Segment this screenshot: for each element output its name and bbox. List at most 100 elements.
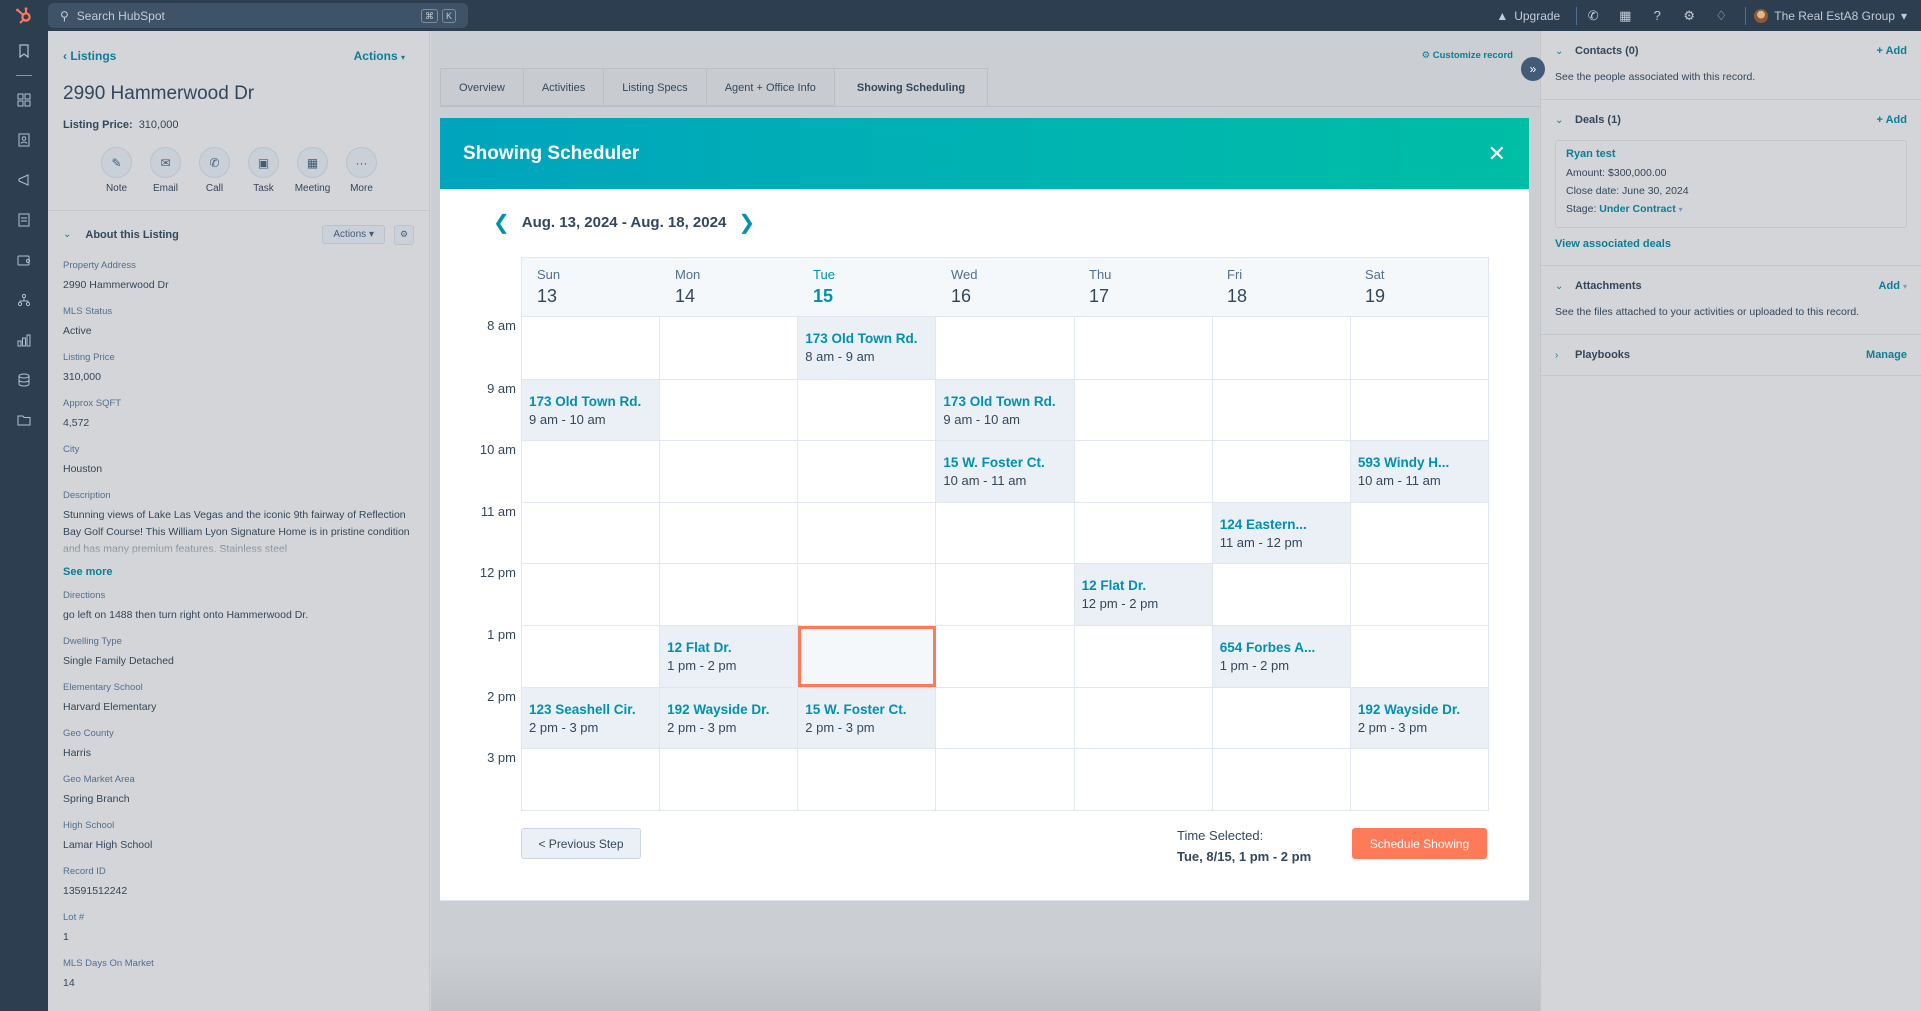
tab-activities[interactable]: Activities [522,68,604,106]
task-action-button[interactable]: ▣ Task [248,147,279,194]
deals-section-header[interactable]: ⌄ Deals (1) + Add [1555,100,1907,140]
booked-showing-slot[interactable]: 12 Flat Dr. 12 pm - 2 pm [1074,564,1213,625]
available-time-slot[interactable] [936,625,1075,687]
available-time-slot[interactable] [1075,441,1213,502]
available-time-slot[interactable] [1213,441,1351,502]
booked-showing-slot[interactable]: 124 Eastern... 11 am - 12 pm [1212,502,1351,564]
tab-overview[interactable]: Overview [440,68,523,106]
breadcrumb-listings-link[interactable]: Listings [70,49,116,63]
property-value[interactable]: 2990 Hammerwood Dr [63,277,414,294]
available-time-slot[interactable] [936,502,1075,564]
account-menu[interactable]: The Real EstA8 Group ▾ [1754,8,1907,23]
bookmark-icon[interactable] [0,31,48,71]
record-actions-dropdown[interactable]: Actions ▾ [354,49,405,63]
data-management-icon[interactable] [0,360,48,400]
booked-showing-slot[interactable]: 654 Forbes A... 1 pm - 2 pm [1212,625,1351,687]
booked-showing-slot[interactable]: 173 Old Town Rd. 9 am - 10 am [936,379,1075,441]
search-input[interactable]: Search HubSpot [77,9,165,23]
booked-showing-slot[interactable]: 593 Windy H... 10 am - 11 am [1350,441,1489,502]
note-action-button[interactable]: ✎ Note [101,147,132,194]
manage-playbooks-link[interactable]: Manage [1866,349,1907,361]
property-value[interactable]: 310,000 [63,369,414,386]
global-search[interactable]: ⚲ Search HubSpot ⌘ K [48,3,468,28]
available-time-slot[interactable] [660,502,799,564]
marketing-megaphone-icon[interactable] [0,160,48,200]
available-time-slot[interactable] [1213,564,1351,625]
meeting-action-button[interactable]: ▦ Meeting [295,147,330,194]
property-value[interactable]: Harris [63,745,414,762]
available-time-slot[interactable] [1075,317,1213,379]
attachments-section-header[interactable]: ⌄ Attachments Add ▾ [1555,266,1907,306]
available-time-slot[interactable] [1351,625,1489,687]
available-time-slot[interactable] [936,564,1075,625]
property-value[interactable]: Single Family Detached [63,653,414,670]
add-contact-button[interactable]: + Add [1877,45,1907,57]
property-value[interactable]: Spring Branch [63,791,414,808]
contacts-section-header[interactable]: ⌄ Contacts (0) + Add [1555,31,1907,71]
property-value[interactable]: Lamar High School [63,837,414,854]
help-icon[interactable]: ? [1641,8,1673,23]
available-time-slot[interactable] [1075,687,1213,749]
settings-gear-icon[interactable]: ⚙ [394,224,414,245]
available-time-slot[interactable] [798,564,937,625]
property-value[interactable]: Active [63,323,414,340]
property-value[interactable]: go left on 1488 then turn right onto Ham… [63,607,414,624]
booked-showing-slot[interactable]: 192 Wayside Dr. 2 pm - 3 pm [1350,687,1489,749]
schedule-showing-button[interactable]: Schedule Showing [1352,828,1487,859]
available-time-slot[interactable] [1351,749,1489,810]
content-icon[interactable] [0,200,48,240]
more-action-button[interactable]: ··· More [346,147,377,194]
marketplace-icon[interactable]: ▦ [1609,8,1641,24]
library-folder-icon[interactable] [0,400,48,440]
available-time-slot[interactable] [1213,687,1351,749]
available-time-slot[interactable] [936,749,1075,810]
available-time-slot[interactable] [1075,502,1213,564]
previous-week-chevron-icon[interactable]: ❮ [493,210,510,235]
property-value[interactable]: 14 [63,975,414,992]
available-time-slot[interactable] [936,317,1075,379]
apps-grid-icon[interactable] [0,80,48,120]
upgrade-button[interactable]: ▲ Upgrade [1496,6,1578,25]
selected-time-slot[interactable] [798,625,937,687]
available-time-slot[interactable] [660,379,799,441]
available-time-slot[interactable] [1075,749,1213,810]
email-action-button[interactable]: ✉ Email [150,147,181,194]
property-value[interactable]: 13591512242 [63,883,414,900]
commerce-wallet-icon[interactable] [0,240,48,280]
available-time-slot[interactable] [660,317,799,379]
available-time-slot[interactable] [936,687,1075,749]
property-value[interactable]: 1 [63,929,414,946]
available-time-slot[interactable] [1075,625,1213,687]
booked-showing-slot[interactable]: 15 W. Foster Ct. 10 am - 11 am [936,441,1075,502]
available-time-slot[interactable] [522,564,661,625]
property-value[interactable]: Harvard Elementary [63,699,414,716]
available-time-slot[interactable] [798,379,937,441]
add-attachment-dropdown[interactable]: Add ▾ [1879,280,1907,292]
available-time-slot[interactable] [1351,564,1489,625]
add-deal-button[interactable]: + Add [1877,114,1907,126]
available-time-slot[interactable] [1213,749,1351,810]
property-value-description[interactable]: Stunning views of Lake Las Vegas and the… [63,507,414,558]
close-icon[interactable]: ✕ [1488,141,1506,167]
about-actions-dropdown[interactable]: Actions ▾ [322,225,385,244]
tab-showing-scheduling[interactable]: Showing Scheduling [833,68,989,106]
view-associated-deals-link[interactable]: View associated deals [1555,238,1907,265]
available-time-slot[interactable] [660,749,799,810]
available-time-slot[interactable] [522,749,661,810]
booked-showing-slot[interactable]: 123 Seashell Cir. 2 pm - 3 pm [522,687,661,749]
available-time-slot[interactable] [522,502,661,564]
available-time-slot[interactable] [1213,317,1351,379]
call-action-button[interactable]: ✆ Call [199,147,230,194]
deal-stage-dropdown[interactable]: Under Contract ▾ [1599,203,1682,215]
see-more-link[interactable]: See more [63,566,414,578]
available-time-slot[interactable] [660,564,799,625]
previous-step-button[interactable]: < Previous Step [521,828,641,859]
notifications-bell-icon[interactable]: ♢ [1705,8,1737,24]
available-time-slot[interactable] [522,317,661,379]
available-time-slot[interactable] [1351,502,1489,564]
available-time-slot[interactable] [1075,379,1213,441]
settings-gear-icon[interactable]: ⚙ [1673,8,1705,24]
tab-listing-specs[interactable]: Listing Specs [603,68,706,106]
booked-showing-slot[interactable]: 15 W. Foster Ct. 2 pm - 3 pm [798,687,937,749]
customize-record-link[interactable]: ⚙ Customize record [1422,50,1513,61]
